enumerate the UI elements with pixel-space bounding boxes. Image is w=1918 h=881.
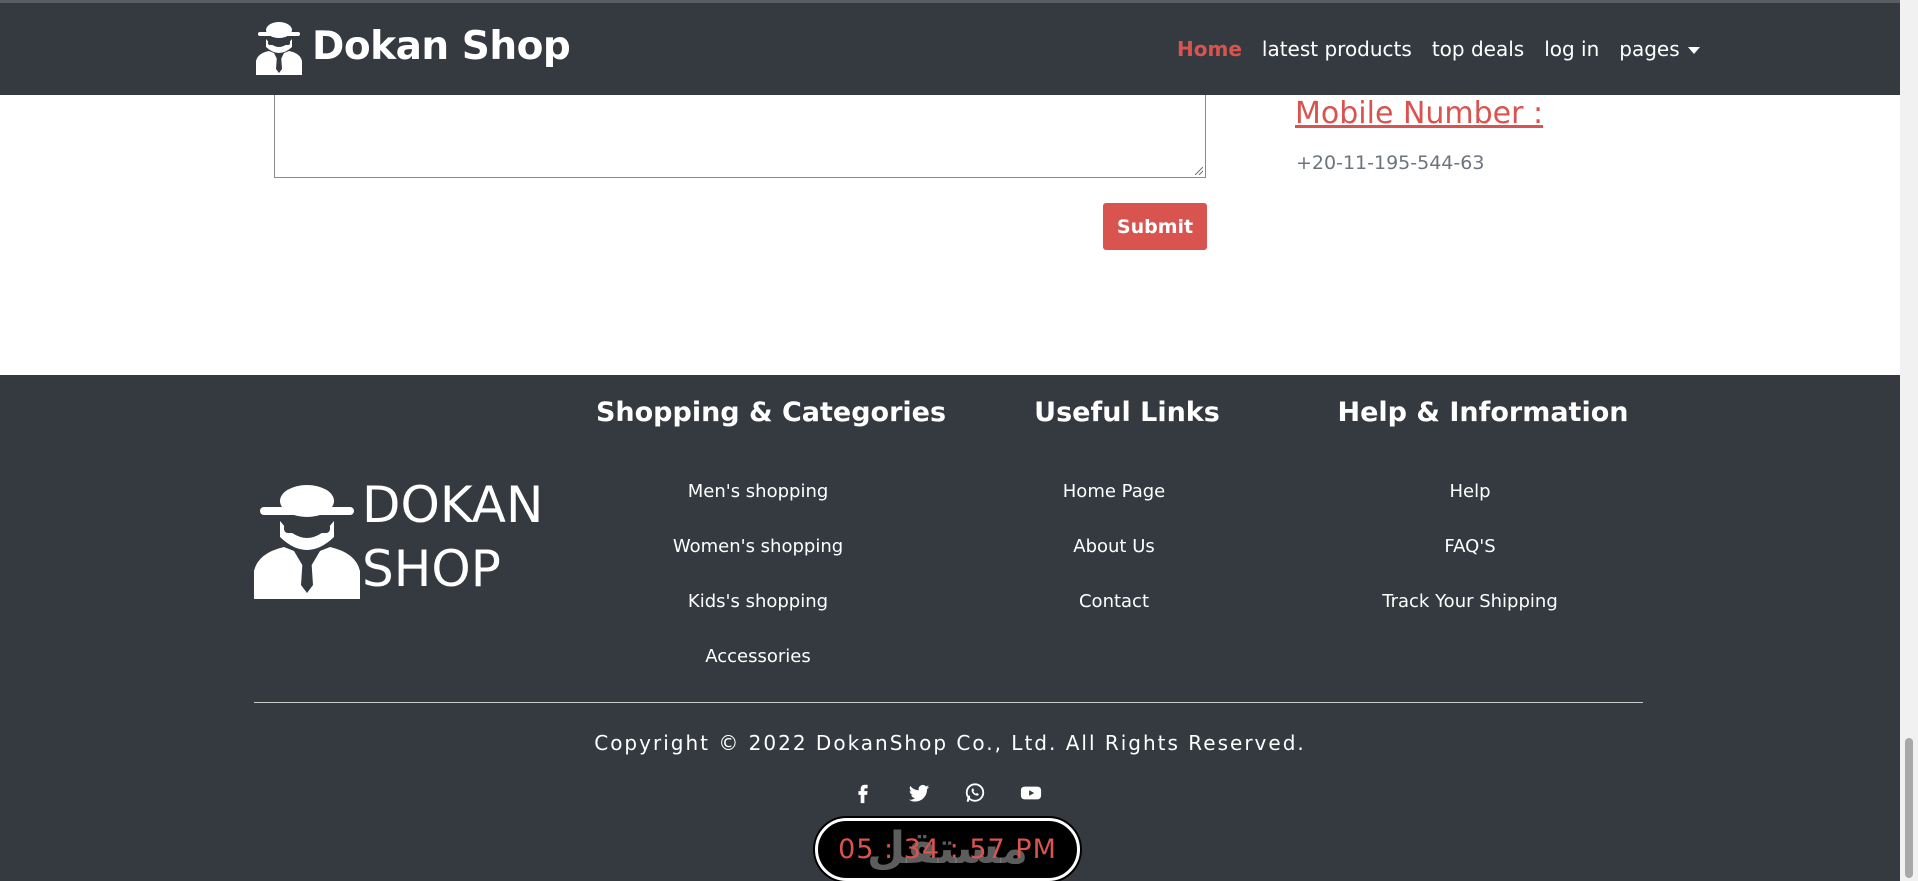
brand-name: Dokan Shop xyxy=(312,23,571,69)
submit-button[interactable]: Submit xyxy=(1103,203,1207,250)
twitter-icon[interactable] xyxy=(908,782,930,804)
mobile-number-value: +20-11-195-544-63 xyxy=(1296,152,1485,174)
list-item: Help xyxy=(1449,481,1490,502)
brand-link[interactable]: Dokan Shop xyxy=(254,17,571,75)
footer-link-womens-shopping[interactable]: Women's shopping xyxy=(673,536,843,557)
spy-logo-icon xyxy=(254,485,360,599)
footer-divider xyxy=(254,702,1643,703)
nav-link-latest-products[interactable]: latest products xyxy=(1262,37,1412,61)
nav-link-home[interactable]: Home xyxy=(1177,37,1242,61)
footer: DOKAN SHOP Shopping & Categories Men's s… xyxy=(0,375,1900,881)
nav-dropdown-pages[interactable]: pages xyxy=(1619,37,1700,61)
list-item: Contact xyxy=(1079,591,1149,612)
navbar: Dokan Shop Home latest products top deal… xyxy=(0,3,1900,95)
message-textarea[interactable] xyxy=(274,95,1206,178)
list-item: FAQ'S xyxy=(1444,536,1495,557)
footer-column-title: Help & Information xyxy=(1337,397,1629,428)
clock-widget: مستقل 05 : 34 : 57 PM xyxy=(815,818,1080,881)
footer-column-title: Shopping & Categories xyxy=(595,397,947,428)
vertical-scrollbar[interactable] xyxy=(1900,0,1918,881)
social-links xyxy=(852,782,1042,804)
scrollbar-thumb[interactable] xyxy=(1905,738,1913,878)
caret-down-icon xyxy=(1687,47,1700,54)
nav-dropdown-pages-label: pages xyxy=(1619,37,1680,61)
list-item: Track Your Shipping xyxy=(1382,591,1558,612)
clock-time: 05 : 34 : 57 PM xyxy=(838,834,1057,865)
facebook-icon[interactable] xyxy=(852,782,874,804)
footer-link-contact[interactable]: Contact xyxy=(1079,591,1149,612)
list-item: Home Page xyxy=(1063,481,1165,502)
list-item: Kids's shopping xyxy=(688,591,828,612)
nav-link-log-in[interactable]: log in xyxy=(1544,37,1599,61)
whatsapp-icon[interactable] xyxy=(964,782,986,804)
footer-logo: DOKAN SHOP xyxy=(254,476,543,601)
list-item: Men's shopping xyxy=(688,481,829,502)
footer-link-home-page[interactable]: Home Page xyxy=(1063,481,1165,502)
footer-link-about-us[interactable]: About Us xyxy=(1073,536,1155,557)
nav-links: Home latest products top deals log in pa… xyxy=(1177,37,1700,61)
footer-link-kids-shopping[interactable]: Kids's shopping xyxy=(688,591,828,612)
mobile-number-heading: Mobile Number : xyxy=(1295,96,1544,131)
list-item: About Us xyxy=(1073,536,1155,557)
footer-link-faqs[interactable]: FAQ'S xyxy=(1444,536,1495,557)
list-item: Accessories xyxy=(705,646,811,667)
spy-logo-icon xyxy=(256,22,302,75)
footer-link-accessories[interactable]: Accessories xyxy=(705,646,811,667)
nav-link-top-deals[interactable]: top deals xyxy=(1432,37,1524,61)
footer-logo-line2: SHOP xyxy=(362,540,501,598)
youtube-icon[interactable] xyxy=(1020,782,1042,804)
footer-logo-line1: DOKAN xyxy=(362,476,544,534)
footer-link-track-shipping[interactable]: Track Your Shipping xyxy=(1382,591,1558,612)
footer-link-help[interactable]: Help xyxy=(1449,481,1490,502)
list-item: Women's shopping xyxy=(673,536,843,557)
footer-column-title: Useful Links xyxy=(1034,397,1220,428)
copyright-text: Copyright © 2022 DokanShop Co., Ltd. All… xyxy=(594,731,1306,755)
footer-link-mens-shopping[interactable]: Men's shopping xyxy=(688,481,829,502)
